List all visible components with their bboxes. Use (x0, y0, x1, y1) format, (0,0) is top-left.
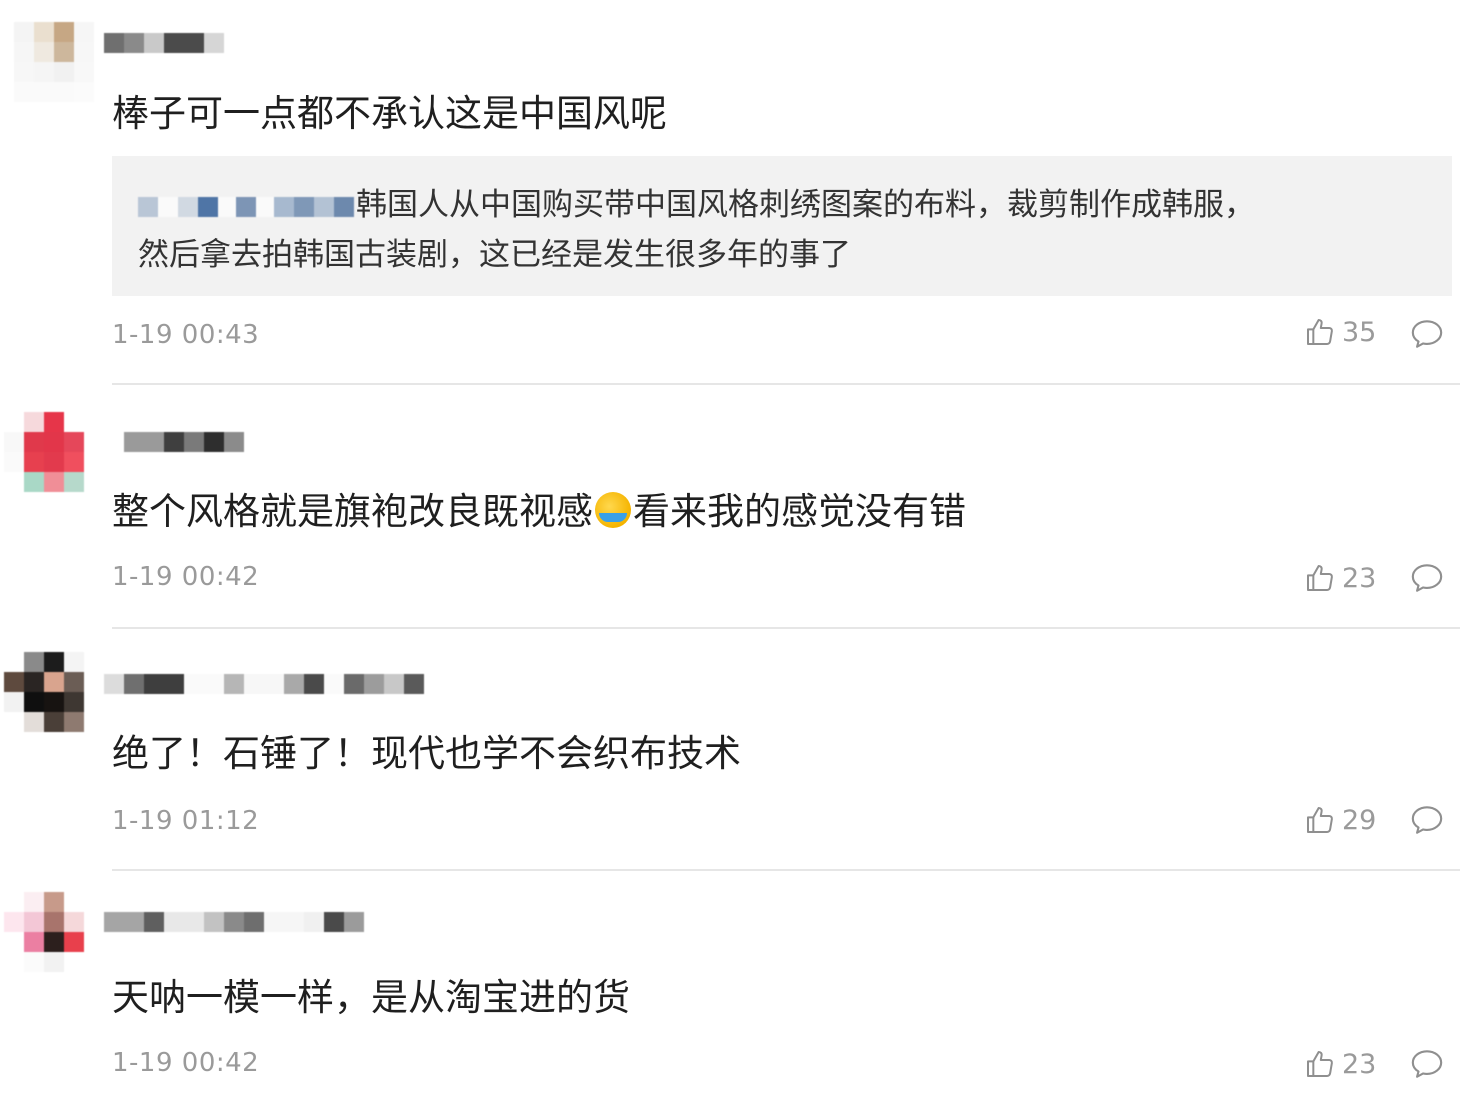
quoted-comment[interactable]: 韩国人从中国购买带中国风格刺绣图案的布料，裁剪制作成韩服， 然后拿去拍韩国古装剧… (112, 156, 1452, 296)
reply-button[interactable] (1410, 562, 1444, 598)
comment-bubble-icon (1411, 564, 1443, 592)
timestamp: 1-19 01:12 (112, 806, 260, 836)
comment-text: 棒子可一点都不承认这是中国风呢 (112, 92, 667, 135)
avatar[interactable] (4, 652, 84, 732)
crying-laughing-emoji-icon (595, 492, 631, 528)
like-button[interactable]: 23 (1304, 1048, 1376, 1080)
comment-text: 绝了！石锤了！现代也学不会织布技术 (112, 732, 741, 775)
quoted-username-redacted (138, 196, 354, 217)
username-redacted[interactable] (104, 912, 364, 932)
like-button[interactable]: 23 (1304, 562, 1376, 594)
divider (112, 869, 1460, 871)
reply-button[interactable] (1410, 804, 1444, 840)
avatar[interactable] (14, 22, 94, 102)
username-redacted[interactable] (104, 33, 224, 53)
avatar[interactable] (4, 892, 84, 972)
reply-button[interactable] (1410, 1048, 1444, 1084)
thumbs-up-icon (1307, 1051, 1333, 1077)
quoted-text-line2: 然后拿去拍韩国古装剧，这已经是发生很多年的事了 (138, 237, 851, 273)
username-redacted[interactable] (124, 432, 244, 452)
divider (112, 383, 1460, 385)
timestamp: 1-19 00:42 (112, 562, 260, 592)
thumbs-up-icon (1307, 807, 1333, 833)
like-count: 35 (1342, 316, 1377, 348)
comment-text: 整个风格就是旗袍改良既视感 看来我的感觉没有错 (112, 490, 966, 533)
like-count: 29 (1342, 804, 1377, 836)
avatar[interactable] (4, 412, 84, 492)
comment-text: 天呐一模一样，是从淘宝进的货 (112, 976, 630, 1019)
like-button[interactable]: 29 (1304, 804, 1376, 836)
timestamp: 1-19 00:42 (112, 1048, 260, 1078)
like-count: 23 (1342, 1048, 1377, 1080)
quoted-text: 韩国人从中国购买带中国风格刺绣图案的布料，裁剪制作成韩服， (356, 187, 1255, 223)
reply-button[interactable] (1410, 318, 1444, 354)
like-button[interactable]: 35 (1304, 316, 1376, 348)
divider (112, 627, 1460, 629)
username-redacted[interactable] (104, 674, 424, 694)
comment-bubble-icon (1411, 1050, 1443, 1078)
like-count: 23 (1342, 562, 1377, 594)
comment-bubble-icon (1411, 320, 1443, 348)
comment-bubble-icon (1411, 806, 1443, 834)
timestamp: 1-19 00:43 (112, 320, 260, 350)
thumbs-up-icon (1307, 319, 1333, 345)
thumbs-up-icon (1307, 565, 1333, 591)
